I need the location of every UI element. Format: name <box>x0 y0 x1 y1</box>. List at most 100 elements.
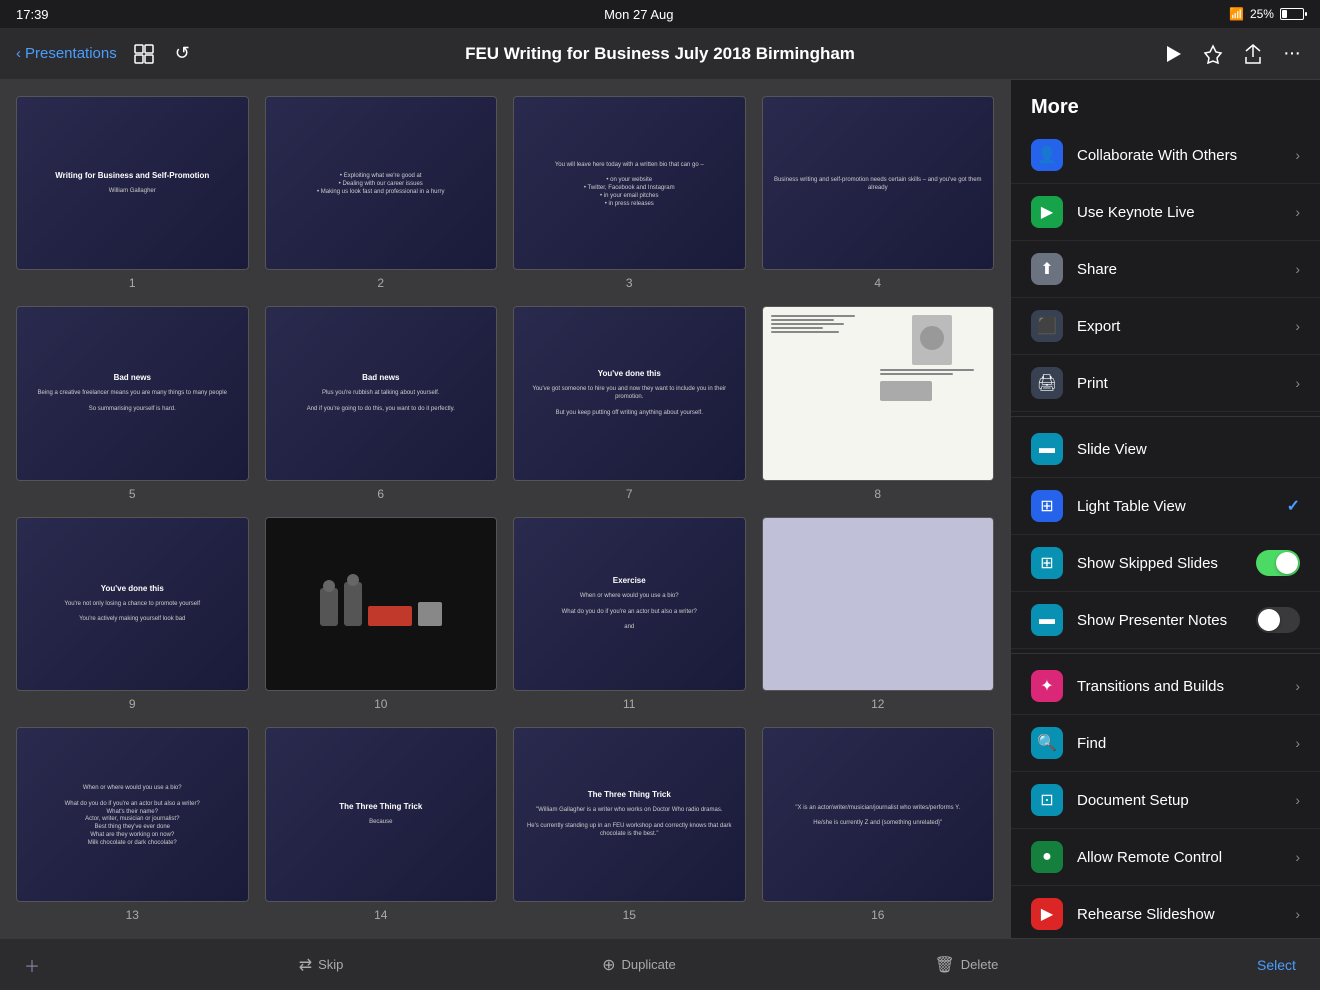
slide-thumb-4[interactable]: Business writing and self-promotion need… <box>762 96 995 270</box>
menu-divider <box>1011 416 1320 417</box>
slide-item: 10 <box>265 517 498 711</box>
menu-item-share[interactable]: ⬆Share› <box>1011 241 1320 298</box>
skip-button[interactable]: ⇄ Skip <box>299 955 344 975</box>
menu-item-transitions[interactable]: ✦Transitions and Builds› <box>1011 658 1320 715</box>
status-bar: 17:39 Mon 27 Aug 📶 25% <box>0 0 1320 28</box>
more-toolbar-button[interactable]: ··· <box>1279 38 1304 69</box>
menu-item-slide-view[interactable]: ▬Slide View <box>1011 421 1320 478</box>
slide-thumb-9[interactable]: You've done thisYou're not only losing a… <box>16 517 249 691</box>
slide-number: 9 <box>129 697 136 711</box>
slide-item: Business writing and self-promotion need… <box>762 96 995 290</box>
slide-item: The Three Thing RuleBecause The answer g… <box>265 938 498 939</box>
slide-thumb-11[interactable]: ExerciseWhen or where would you use a bi… <box>513 517 746 691</box>
slide-grid: Writing for Business and Self-PromotionW… <box>16 96 994 938</box>
show-skipped-icon: ⊞ <box>1031 547 1063 579</box>
menu-item-export[interactable]: ⬛Export› <box>1011 298 1320 355</box>
toolbar-left: ‹ Presentations ↺ <box>16 39 216 69</box>
menu-item-doc-setup[interactable]: ⊡Document Setup› <box>1011 772 1320 829</box>
slide-item: You've done thisYou're not only losing a… <box>16 517 249 711</box>
show-skipped-label: Show Skipped Slides <box>1077 555 1256 572</box>
slide-item: ExerciseWhen or where would you use a bi… <box>513 517 746 711</box>
menu-item-remote[interactable]: ● Allow Remote Control› <box>1011 829 1320 886</box>
collaborate-label: Collaborate With Others <box>1077 147 1295 164</box>
show-skipped-toggle[interactable] <box>1256 550 1300 576</box>
delete-button[interactable]: 🗑 Delete <box>934 955 998 975</box>
slide-thumb-15[interactable]: The Three Thing Trick"William Gallagher … <box>513 727 746 901</box>
slide-number: 4 <box>874 276 881 290</box>
menu-list: 👤Collaborate With Others›▶Use Keynote Li… <box>1011 127 1320 938</box>
export-icon: ⬛ <box>1031 310 1063 342</box>
slide-item: "X is an actor/writer/musician/journalis… <box>762 727 995 921</box>
show-notes-toggle[interactable] <box>1256 607 1300 633</box>
slide-thumb-6[interactable]: Bad newsPlus you're rubbish at talking a… <box>265 306 498 480</box>
duplicate-button[interactable]: ⊕ Duplicate <box>602 955 676 975</box>
skip-label: Skip <box>318 957 343 972</box>
main-content: Writing for Business and Self-PromotionW… <box>0 80 1320 938</box>
presentations-button[interactable]: ‹ Presentations <box>16 45 117 62</box>
square-icon <box>133 43 155 65</box>
share-toolbar-button[interactable] <box>1239 40 1267 68</box>
transitions-chevron-icon: › <box>1295 678 1300 694</box>
keynote-live-icon: ▶ <box>1031 196 1063 228</box>
print-chevron-icon: › <box>1295 375 1300 391</box>
remote-chevron-icon: › <box>1295 849 1300 865</box>
slide-number: 1 <box>129 276 136 290</box>
menu-divider <box>1011 653 1320 654</box>
slide-thumb-20[interactable]: The BioNot having one is damaging Writin… <box>762 938 995 939</box>
pin-icon <box>1203 44 1223 64</box>
slide-item: The BioNot having one is damaging Writin… <box>762 938 995 939</box>
slide-thumb-10[interactable] <box>265 517 498 691</box>
slide-number: 5 <box>129 487 136 501</box>
slide-thumb-8[interactable] <box>762 306 995 480</box>
menu-item-show-notes[interactable]: ▬Show Presenter Notes <box>1011 592 1320 649</box>
export-chevron-icon: › <box>1295 318 1300 334</box>
transitions-icon: ✦ <box>1031 670 1063 702</box>
doc-setup-label: Document Setup <box>1077 792 1295 809</box>
slide-item: Bad newsBeing a creative freelancer mean… <box>16 306 249 500</box>
rehearse-chevron-icon: › <box>1295 906 1300 922</box>
rehearse-icon: ▶ <box>1031 898 1063 930</box>
slide-grid-container[interactable]: Writing for Business and Self-PromotionW… <box>0 80 1010 938</box>
slide-thumb-2[interactable]: • Exploiting what we're good at • Dealin… <box>265 96 498 270</box>
select-button[interactable]: Select <box>1257 957 1296 973</box>
add-slide-button[interactable]: ＋ <box>24 953 40 977</box>
slide-thumb-5[interactable]: Bad newsBeing a creative freelancer mean… <box>16 306 249 480</box>
square-view-button[interactable] <box>129 39 159 69</box>
slide-thumb-3[interactable]: You will leave here today with a written… <box>513 96 746 270</box>
menu-item-collaborate[interactable]: 👤Collaborate With Others› <box>1011 127 1320 184</box>
slide-number: 6 <box>377 487 384 501</box>
play-button[interactable] <box>1159 40 1187 68</box>
play-icon <box>1163 44 1183 64</box>
show-notes-toggle-knob <box>1258 609 1280 631</box>
slide-thumb-18[interactable]: The Three Thing RuleBecause The answer g… <box>265 938 498 939</box>
menu-item-keynote-live[interactable]: ▶Use Keynote Live› <box>1011 184 1320 241</box>
keynote-live-chevron-icon: › <box>1295 204 1300 220</box>
slide-thumb-19[interactable]: The Dreaded PhotoYou have to have one. S… <box>513 938 746 939</box>
menu-item-light-table[interactable]: ⊞Light Table View✓ <box>1011 478 1320 535</box>
find-icon: 🔍 <box>1031 727 1063 759</box>
slide-thumb-16[interactable]: "X is an actor/writer/musician/journalis… <box>762 727 995 901</box>
slide-number: 3 <box>626 276 633 290</box>
undo-button[interactable]: ↺ <box>171 39 194 68</box>
more-icon: ··· <box>1283 42 1300 65</box>
find-chevron-icon: › <box>1295 735 1300 751</box>
doc-setup-chevron-icon: › <box>1295 792 1300 808</box>
pin-button[interactable] <box>1199 40 1227 68</box>
slide-thumb-7[interactable]: You've done thisYou've got someone to hi… <box>513 306 746 480</box>
slide-thumb-12[interactable] <box>762 517 995 691</box>
remote-label: Allow Remote Control <box>1077 849 1295 866</box>
share-icon <box>1243 44 1263 64</box>
remote-icon: ● <box>1031 841 1063 873</box>
menu-item-show-skipped[interactable]: ⊞ Show Skipped Slides <box>1011 535 1320 592</box>
show-notes-label: Show Presenter Notes <box>1077 612 1256 629</box>
menu-item-print[interactable]: 🖨Print› <box>1011 355 1320 412</box>
slide-thumb-17[interactable]: The Three Thing Trick• Write in the thir… <box>16 938 249 939</box>
slide-thumb-14[interactable]: The Three Thing TrickBecause <box>265 727 498 901</box>
slide-number: 15 <box>623 908 636 922</box>
slide-number: 13 <box>126 908 139 922</box>
menu-item-rehearse[interactable]: ▶Rehearse Slideshow› <box>1011 886 1320 938</box>
slide-thumb-1[interactable]: Writing for Business and Self-PromotionW… <box>16 96 249 270</box>
slide-thumb-13[interactable]: When or where would you use a bio? What … <box>16 727 249 901</box>
document-title: FEU Writing for Business July 2018 Birmi… <box>216 44 1104 64</box>
menu-item-find[interactable]: 🔍Find› <box>1011 715 1320 772</box>
